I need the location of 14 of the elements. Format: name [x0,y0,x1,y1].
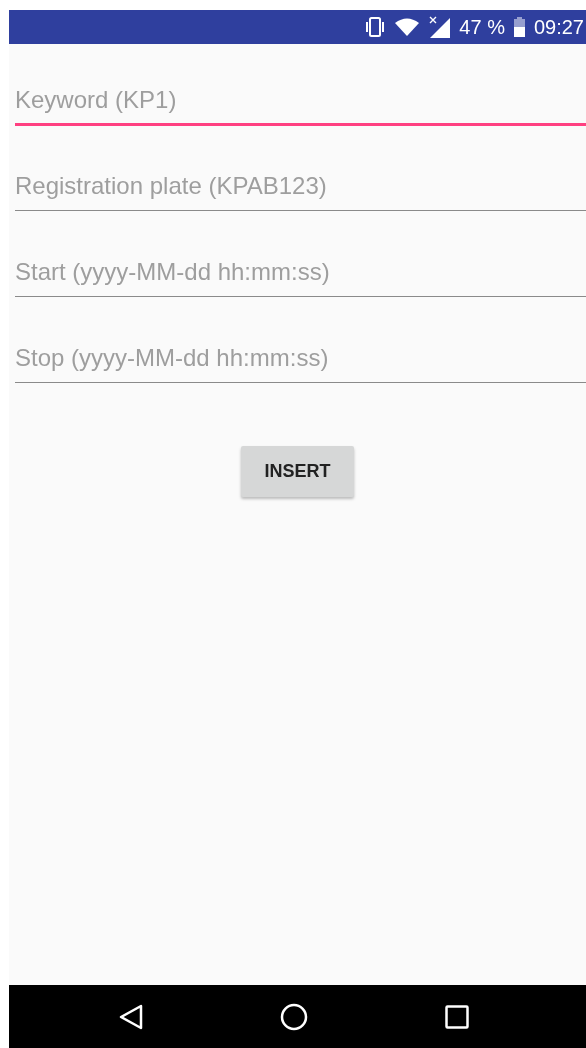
recents-icon[interactable] [444,1004,469,1029]
battery-percent: 47 % [459,15,505,39]
input-field[interactable]: Stop (yyyy-MM-dd hh:mm:ss) [15,340,586,383]
clock-time: 09:27 [533,15,584,39]
vibrate-icon [364,17,387,37]
input-field[interactable]: Start (yyyy-MM-dd hh:mm:ss) [15,254,586,297]
input-field[interactable]: Keyword (KP1) [15,82,586,126]
home-icon[interactable] [279,1002,308,1031]
battery-icon [513,17,525,37]
insert-button[interactable]: INSERT [241,446,354,497]
wifi-icon [395,18,420,36]
back-icon[interactable] [118,1003,143,1030]
input-field[interactable]: Registration plate (KPAB123) [15,168,586,211]
signal-icon [428,16,451,38]
